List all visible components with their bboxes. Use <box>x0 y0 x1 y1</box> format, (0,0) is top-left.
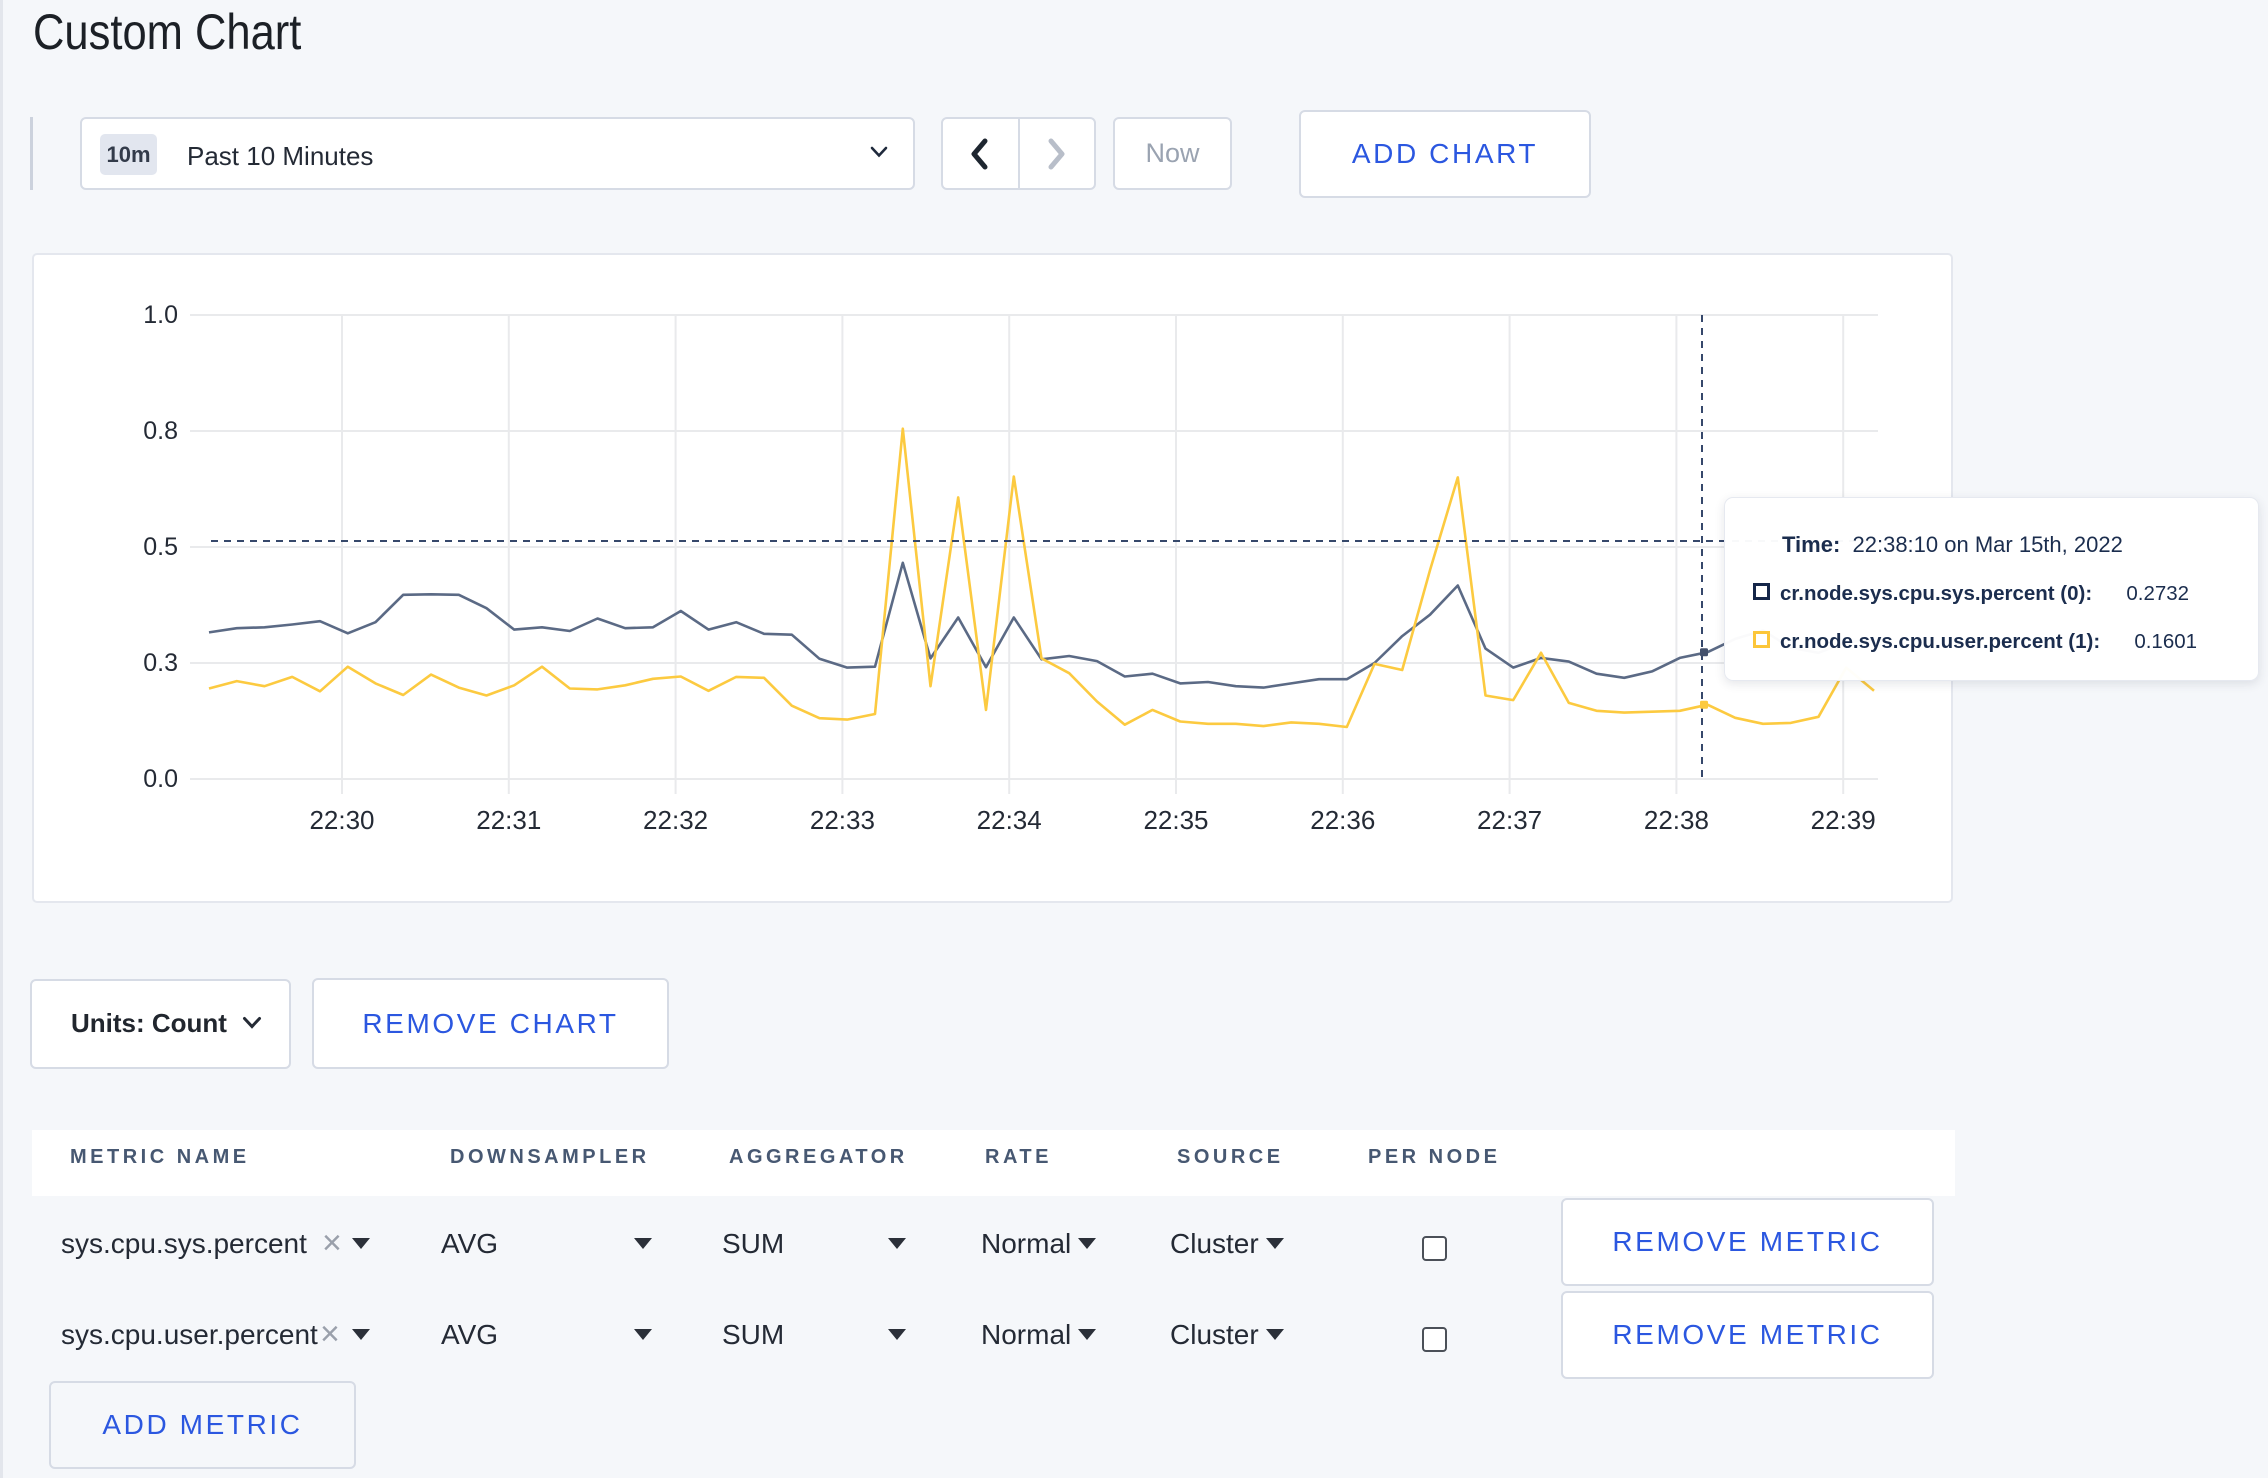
svg-text:0.8: 0.8 <box>143 417 178 445</box>
svg-text:22:31: 22:31 <box>476 805 541 835</box>
svg-text:1.0: 1.0 <box>143 301 178 329</box>
svg-text:22:36: 22:36 <box>1310 805 1375 835</box>
svg-text:22:33: 22:33 <box>810 805 875 835</box>
svg-text:0.5: 0.5 <box>143 533 178 561</box>
svg-text:22:38: 22:38 <box>1644 805 1709 835</box>
svg-text:22:37: 22:37 <box>1477 805 1542 835</box>
svg-text:22:30: 22:30 <box>309 805 374 835</box>
svg-text:0.3: 0.3 <box>143 649 178 677</box>
svg-text:22:35: 22:35 <box>1143 805 1208 835</box>
svg-text:22:34: 22:34 <box>977 805 1042 835</box>
svg-text:22:39: 22:39 <box>1811 805 1876 835</box>
svg-text:22:32: 22:32 <box>643 805 708 835</box>
svg-text:0.0: 0.0 <box>143 765 178 793</box>
